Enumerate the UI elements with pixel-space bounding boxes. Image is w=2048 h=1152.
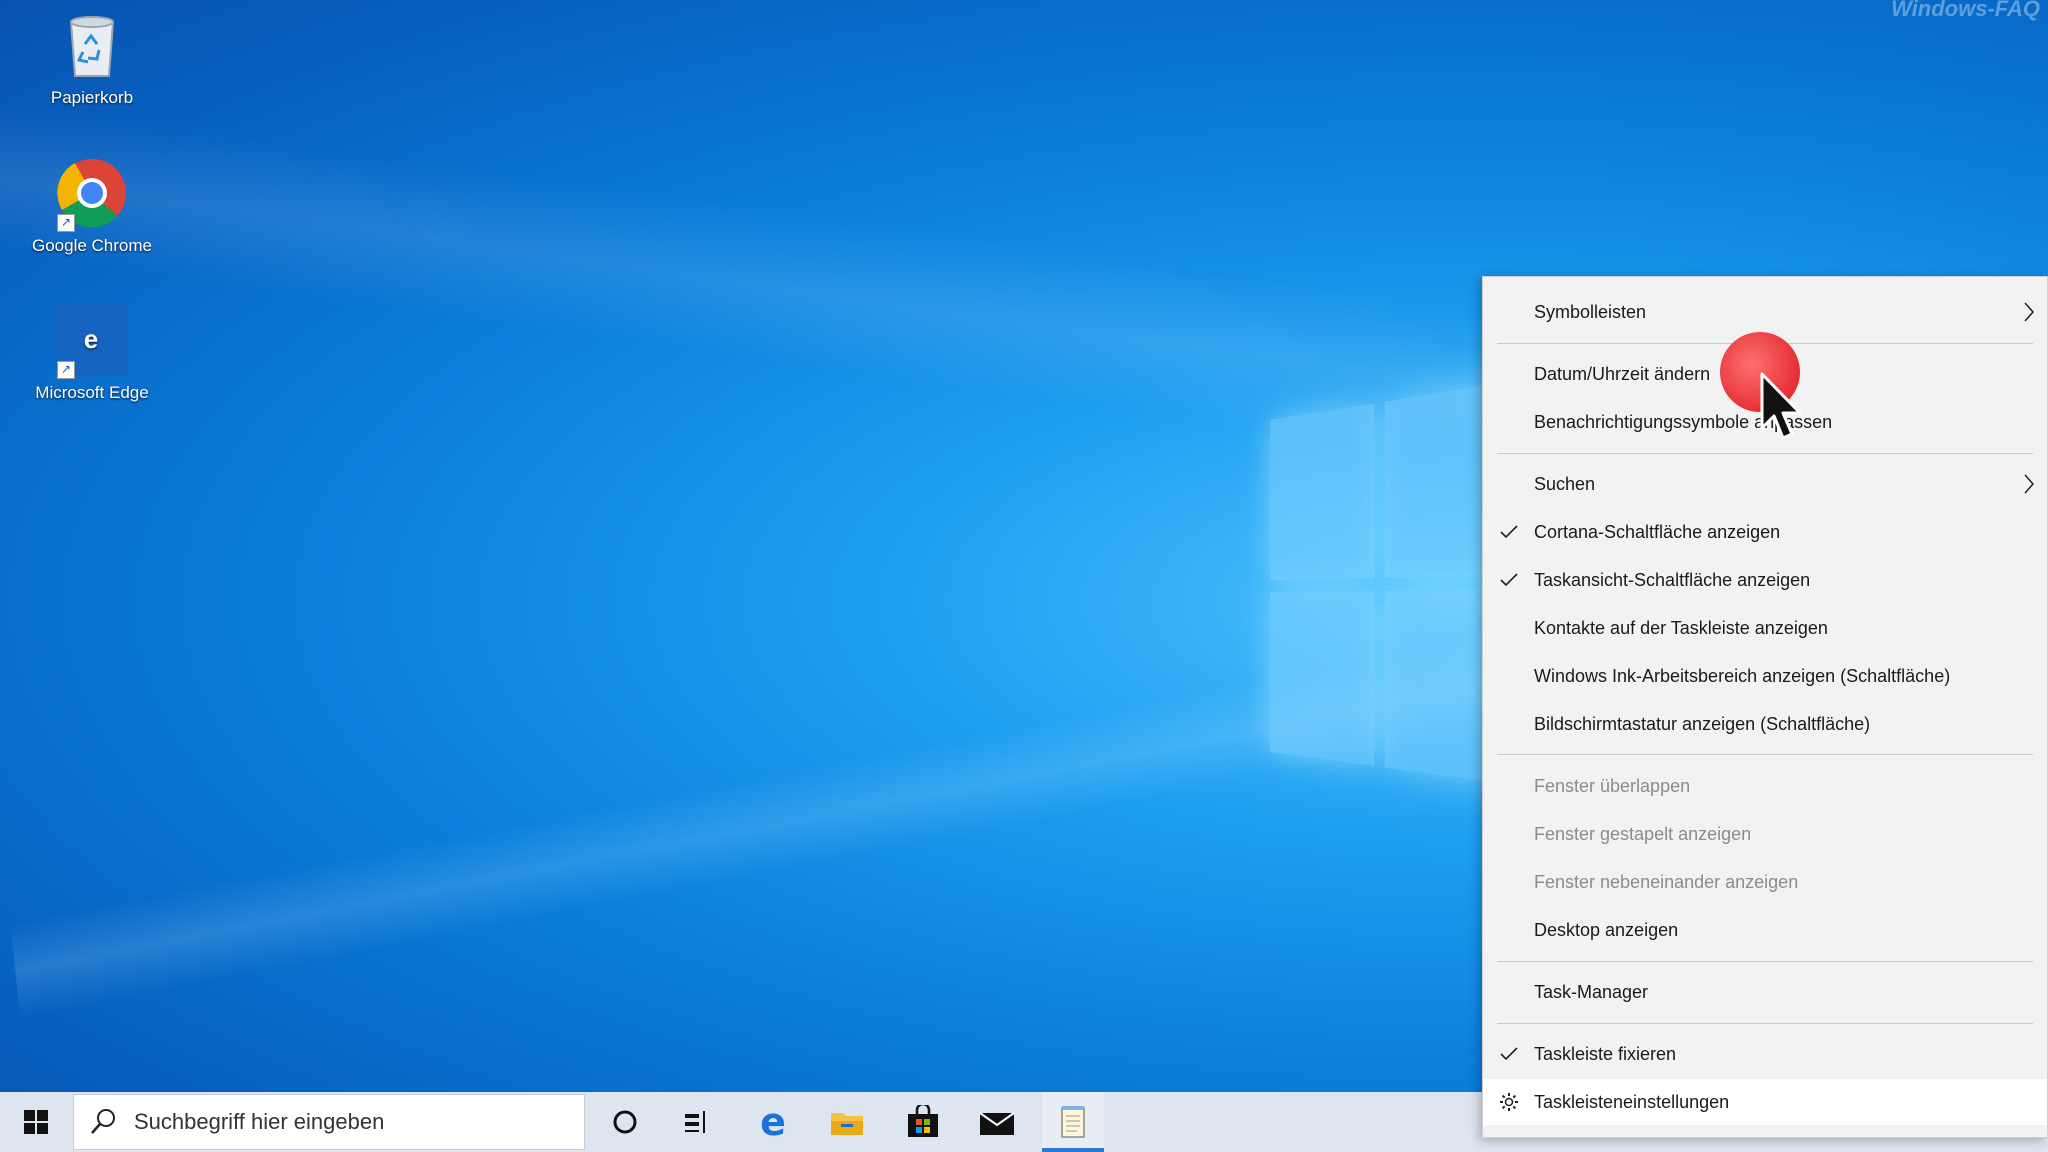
menu-item-fenster-ueberlappen[interactable]: Fenster überlappen: [1483, 763, 2047, 809]
task-view-icon: [685, 1111, 705, 1133]
mouse-pointer-icon: [1760, 372, 1802, 440]
menu-item-kontakte[interactable]: Kontakte auf der Taskleiste anzeigen: [1483, 605, 2047, 651]
windows-logo-wallpaper: [1270, 380, 1518, 819]
shortcut-arrow-icon: ↗: [57, 214, 75, 232]
gear-icon: [1500, 1093, 1518, 1111]
menu-item-task-manager[interactable]: Task-Manager: [1483, 969, 2047, 1015]
menu-item-taskleiste-fixieren[interactable]: Taskleiste fixieren: [1483, 1031, 2047, 1077]
menu-item-desktop-anzeigen[interactable]: Desktop anzeigen: [1483, 907, 2047, 953]
menu-item-taskleisteneinstellungen[interactable]: Taskleisteneinstellungen: [1483, 1079, 2047, 1125]
mail-button[interactable]: [966, 1092, 1028, 1152]
checkmark-icon: [1500, 525, 1518, 539]
desktop-icon-edge[interactable]: e ↗ Microsoft Edge: [17, 303, 167, 403]
checkmark-icon: [1500, 573, 1518, 587]
edge-icon: e ↗: [55, 303, 129, 379]
menu-item-symbolleisten[interactable]: Symbolleisten: [1483, 289, 2047, 335]
desktop-icon-chrome[interactable]: ↗ Google Chrome: [17, 156, 167, 256]
notepad-button[interactable]: [1042, 1092, 1104, 1152]
shortcut-arrow-icon: ↗: [57, 361, 75, 379]
file-explorer-icon: [831, 1113, 863, 1135]
cortana-button[interactable]: [594, 1092, 656, 1152]
mail-icon: [979, 1112, 1015, 1135]
menu-item-cortana[interactable]: Cortana-Schaltfläche anzeigen: [1483, 509, 2047, 555]
menu-separator: [1497, 754, 2033, 755]
cortana-icon: [613, 1110, 637, 1134]
start-button[interactable]: [0, 1092, 72, 1152]
search-input[interactable]: [132, 1108, 556, 1136]
menu-separator: [1497, 1023, 2033, 1024]
chrome-icon: ↗: [55, 156, 129, 232]
taskbar-search-box[interactable]: [73, 1094, 585, 1150]
notepad-icon: [1061, 1106, 1085, 1138]
task-view-button[interactable]: [666, 1092, 728, 1152]
search-icon: [91, 1109, 115, 1134]
recycle-bin-icon: [55, 8, 129, 82]
active-app-indicator: [1042, 1148, 1104, 1152]
edge-icon: e: [760, 1100, 786, 1144]
chevron-right-icon: [2024, 474, 2035, 494]
chevron-right-icon: [2024, 302, 2035, 322]
taskbar-edge-button[interactable]: e: [742, 1092, 804, 1152]
windows-start-icon: [24, 1110, 48, 1134]
store-button[interactable]: [892, 1092, 954, 1152]
desktop-icon-label: Papierkorb: [50, 88, 134, 107]
checkmark-icon: [1500, 1047, 1518, 1061]
menu-separator: [1497, 961, 2033, 962]
file-explorer-button[interactable]: [816, 1092, 878, 1152]
menu-item-suchen[interactable]: Suchen: [1483, 461, 2047, 507]
menu-item-fenster-nebeneinander[interactable]: Fenster nebeneinander anzeigen: [1483, 859, 2047, 905]
watermark: Windows-FAQ: [1891, 0, 2040, 21]
store-icon: [908, 1105, 938, 1137]
desktop-icon-recycle-bin[interactable]: Papierkorb: [17, 8, 167, 108]
menu-item-fenster-gestapelt[interactable]: Fenster gestapelt anzeigen: [1483, 811, 2047, 857]
desktop-icon-label: Microsoft Edge: [35, 383, 149, 402]
menu-item-bildschirmtastatur[interactable]: Bildschirmtastatur anzeigen (Schaltfläch…: [1483, 701, 2047, 747]
menu-item-windows-ink[interactable]: Windows Ink-Arbeitsbereich anzeigen (Sch…: [1483, 653, 2047, 699]
desktop-icon-label: Google Chrome: [31, 236, 152, 255]
menu-separator: [1497, 453, 2033, 454]
menu-item-taskansicht[interactable]: Taskansicht-Schaltfläche anzeigen: [1483, 557, 2047, 603]
